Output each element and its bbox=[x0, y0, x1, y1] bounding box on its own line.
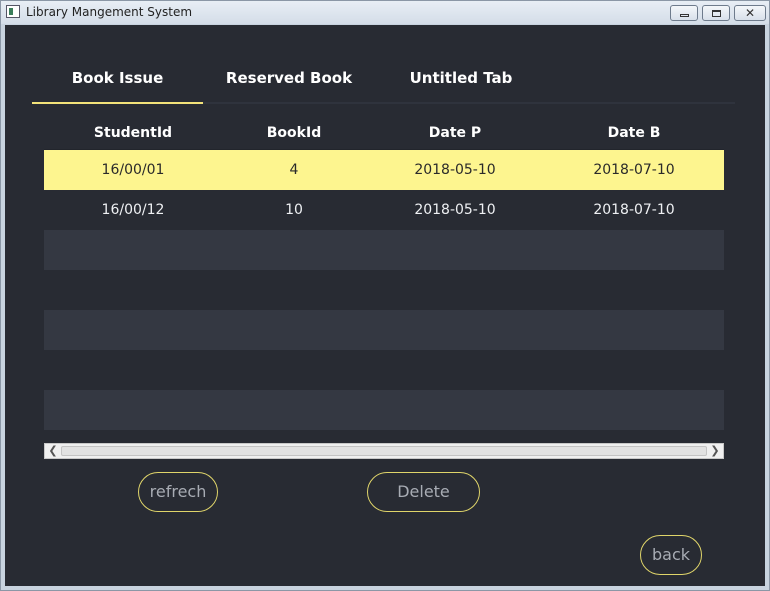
window-title: Library Mangement System bbox=[26, 5, 193, 19]
scroll-right-icon[interactable]: ❯ bbox=[708, 444, 722, 458]
column-header-bookid[interactable]: BookId bbox=[222, 118, 366, 149]
delete-button[interactable]: Delete bbox=[367, 472, 480, 512]
column-header-studentid[interactable]: StudentId bbox=[44, 118, 222, 149]
maximize-icon bbox=[712, 10, 721, 17]
empty-table-row bbox=[44, 270, 724, 310]
back-button[interactable]: back bbox=[640, 535, 702, 575]
refresh-button[interactable]: refrech bbox=[138, 472, 218, 512]
table-header: StudentId BookId Date P Date B bbox=[44, 118, 724, 150]
main-panel: Book Issue Reserved Book Untitled Tab St… bbox=[5, 25, 765, 586]
tab-untitled[interactable]: Untitled Tab bbox=[375, 65, 547, 102]
cell-studentid: 16/00/01 bbox=[101, 162, 165, 178]
table-row[interactable]: 16/00/12 10 2018-05-10 2018-07-10 bbox=[44, 190, 724, 230]
app-icon bbox=[6, 5, 20, 18]
empty-table-row bbox=[44, 230, 724, 270]
cell-bookid: 4 bbox=[289, 162, 299, 178]
tab-reserved-book[interactable]: Reserved Book bbox=[203, 65, 375, 102]
column-header-date-b[interactable]: Date B bbox=[544, 118, 724, 149]
minimize-button[interactable] bbox=[670, 5, 698, 21]
scroll-thumb[interactable] bbox=[61, 446, 707, 456]
cell-studentid: 16/00/12 bbox=[101, 202, 165, 218]
cell-bookid: 10 bbox=[285, 202, 303, 218]
empty-table-row bbox=[44, 350, 724, 390]
cell-date-p: 2018-05-10 bbox=[414, 162, 496, 178]
cell-date-b: 2018-07-10 bbox=[593, 202, 675, 218]
book-issue-table[interactable]: StudentId BookId Date P Date B 16/00/01 … bbox=[44, 118, 724, 459]
tab-bar: Book Issue Reserved Book Untitled Tab bbox=[32, 65, 742, 105]
app-window: Library Mangement System ✕ Book Issue Re… bbox=[0, 0, 770, 591]
empty-table-row bbox=[44, 310, 724, 350]
scroll-left-icon[interactable]: ❮ bbox=[46, 444, 60, 458]
table-row[interactable]: 16/00/01 4 2018-05-10 2018-07-10 bbox=[44, 150, 724, 190]
close-button[interactable]: ✕ bbox=[734, 5, 766, 21]
maximize-button[interactable] bbox=[702, 5, 730, 21]
close-icon: ✕ bbox=[745, 6, 756, 20]
cell-date-p: 2018-05-10 bbox=[414, 202, 496, 218]
column-header-date-p[interactable]: Date P bbox=[366, 118, 544, 149]
horizontal-scrollbar[interactable]: ❮ ❯ bbox=[44, 443, 724, 459]
cell-date-b: 2018-07-10 bbox=[593, 162, 675, 178]
tab-book-issue[interactable]: Book Issue bbox=[32, 65, 203, 104]
minimize-icon bbox=[680, 14, 689, 17]
title-bar[interactable]: Library Mangement System ✕ bbox=[1, 1, 769, 24]
empty-table-row bbox=[44, 390, 724, 430]
